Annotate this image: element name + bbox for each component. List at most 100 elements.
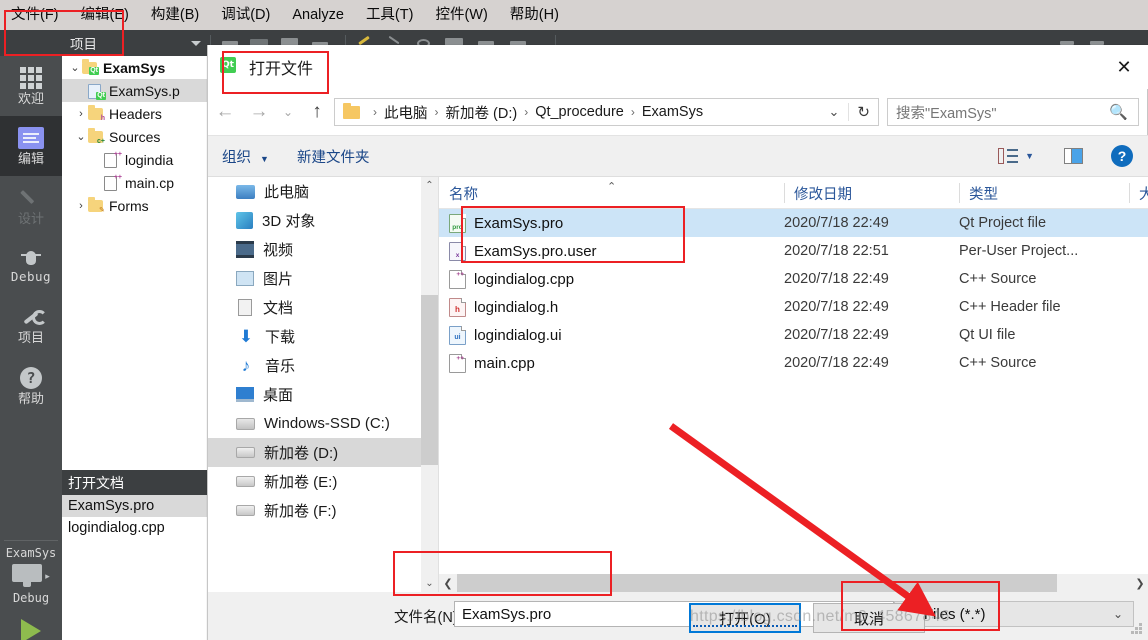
user-file-icon: x: [449, 241, 466, 261]
place-item-3d-objects[interactable]: 3D 对象: [208, 206, 438, 235]
mode-debug-label: Debug: [10, 269, 52, 285]
list-item[interactable]: ExamSys.pro: [62, 495, 207, 517]
mode-help[interactable]: ? 帮助: [0, 356, 62, 416]
run-button[interactable]: [21, 619, 41, 640]
table-row[interactable]: pro ExamSys.pro 2020/7/18 22:49 Qt Proje…: [439, 209, 1148, 237]
place-item-pictures[interactable]: 图片: [208, 264, 438, 293]
places-scrollbar[interactable]: ⌃ ⌄: [421, 177, 438, 592]
pencil-icon: [20, 187, 42, 209]
refresh-icon[interactable]: ↻: [848, 103, 878, 121]
open-file-dialog: Qt 打开文件 ✕ ← → ⌄ ↑ › 此电脑 › 新加卷 (D:) › Qt_…: [207, 45, 1148, 640]
scrollbar-thumb[interactable]: [457, 574, 1057, 592]
file-list-header: 名称 ⌃ 修改日期 类型 大: [439, 177, 1148, 209]
place-item-volume-d[interactable]: 新加卷 (D:): [208, 438, 438, 467]
tree-item-label: main.cp: [125, 174, 175, 191]
tree-item-label: ExamSys: [103, 59, 166, 76]
new-folder-button[interactable]: 新建文件夹: [283, 146, 384, 167]
tree-item-label: Headers: [109, 105, 162, 122]
tree-row[interactable]: Qt ExamSys.p: [62, 79, 207, 102]
breadcrumb-dropdown-icon[interactable]: ⌄: [820, 104, 849, 120]
table-row[interactable]: ++ logindialog.cpp 2020/7/18 22:49 C++ S…: [439, 265, 1148, 293]
breadcrumb-item-2[interactable]: Qt_procedure: [535, 104, 624, 120]
chevron-down-icon[interactable]: ⌄: [1113, 607, 1133, 621]
tree-row[interactable]: › ✎ Forms: [62, 194, 207, 217]
mode-debug[interactable]: Debug: [0, 236, 62, 296]
place-item-windows-ssd[interactable]: Windows-SSD (C:): [208, 409, 438, 438]
place-item-music[interactable]: ♪ 音乐: [208, 351, 438, 380]
scrollbar-track[interactable]: [457, 574, 1131, 592]
mode-edit[interactable]: 编辑: [0, 116, 62, 176]
place-item-volume-f[interactable]: 新加卷 (F:): [208, 496, 438, 525]
line-toolbar-icon[interactable]: [388, 35, 400, 45]
tree-row[interactable]: ⌄ Qt ExamSys: [62, 56, 207, 79]
menu-item-file[interactable]: 文件(F): [0, 0, 70, 30]
pencil-toolbar-icon[interactable]: [358, 35, 370, 46]
search-input[interactable]: 搜索"ExamSys" 🔍: [887, 98, 1139, 126]
breadcrumb-item-1[interactable]: 新加卷 (D:): [446, 102, 518, 123]
chevron-right-icon[interactable]: ›: [74, 108, 88, 120]
tree-row[interactable]: ++ main.cp: [62, 171, 207, 194]
menu-item-edit[interactable]: 编辑(E): [70, 0, 140, 30]
place-label: 视频: [263, 242, 294, 259]
place-label: 图片: [263, 271, 294, 288]
preview-pane-button[interactable]: [1042, 148, 1091, 164]
resize-grip[interactable]: [1131, 623, 1143, 635]
table-row[interactable]: x ExamSys.pro.user 2020/7/18 22:51 Per-U…: [439, 237, 1148, 265]
place-label: 新加卷 (E:): [264, 474, 338, 491]
mode-welcome[interactable]: 欢迎: [0, 56, 62, 116]
close-icon[interactable]: ✕: [1101, 45, 1147, 89]
tree-row[interactable]: ⌄ c+ Sources: [62, 125, 207, 148]
monitor-icon[interactable]: [12, 564, 43, 588]
menu-item-tools[interactable]: 工具(T): [355, 0, 425, 30]
file-name-label: main.cpp: [474, 354, 535, 372]
chevron-down-icon[interactable]: ⌄: [74, 130, 88, 143]
table-row[interactable]: ui logindialog.ui 2020/7/18 22:49 Qt UI …: [439, 321, 1148, 349]
column-header-type[interactable]: 类型: [959, 177, 1129, 209]
scroll-up-icon[interactable]: ⌃: [421, 177, 438, 194]
breadcrumb-item-3[interactable]: ExamSys: [642, 104, 703, 120]
table-row[interactable]: h logindialog.h 2020/7/18 22:49 C++ Head…: [439, 293, 1148, 321]
mode-projects[interactable]: 项目: [0, 296, 62, 356]
chevron-down-icon[interactable]: ⌄: [68, 61, 82, 74]
mode-help-label: 帮助: [17, 391, 44, 406]
back-button[interactable]: ←: [208, 95, 242, 129]
place-item-this-pc[interactable]: 此电脑: [208, 177, 438, 206]
tree-item-label: logindia: [125, 151, 174, 168]
scroll-left-icon[interactable]: ❮: [439, 577, 457, 590]
recent-locations-button[interactable]: ⌄: [276, 95, 300, 129]
table-row[interactable]: ++ main.cpp 2020/7/18 22:49 C++ Source: [439, 349, 1148, 377]
chevron-right-icon[interactable]: ›: [74, 200, 88, 212]
mode-design[interactable]: 设计: [0, 176, 62, 236]
scrollbar-thumb[interactable]: [421, 295, 438, 465]
tree-row[interactable]: ++ logindia: [62, 148, 207, 171]
file-list-horizontal-scrollbar[interactable]: ❮ ❯: [439, 574, 1148, 592]
up-button[interactable]: ↑: [300, 95, 334, 129]
column-header-modified[interactable]: 修改日期: [784, 177, 959, 209]
menu-item-help[interactable]: 帮助(H): [499, 0, 570, 30]
breadcrumb[interactable]: › 此电脑 › 新加卷 (D:) › Qt_procedure › ExamSy…: [334, 98, 879, 126]
breadcrumb-item-0[interactable]: 此电脑: [384, 102, 428, 123]
qt-pro-file-icon: Qt: [88, 83, 106, 100]
view-list-button[interactable]: ▼: [990, 148, 1042, 164]
forward-button[interactable]: →: [242, 95, 276, 129]
project-pane-dropdown[interactable]: [186, 30, 207, 56]
place-item-volume-e[interactable]: 新加卷 (E:): [208, 467, 438, 496]
scroll-down-icon[interactable]: ⌄: [421, 575, 438, 592]
wrench-icon: [20, 308, 47, 328]
menu-item-analyze[interactable]: Analyze: [281, 0, 355, 30]
place-item-documents[interactable]: 文档: [208, 293, 438, 322]
place-item-desktop[interactable]: 桌面: [208, 380, 438, 409]
organize-button[interactable]: 组织 ▼: [208, 146, 283, 167]
tree-row[interactable]: › h Headers: [62, 102, 207, 125]
help-button[interactable]: ?: [1091, 145, 1148, 167]
menu-item-build[interactable]: 构建(B): [140, 0, 210, 30]
kit-expand-caret-icon[interactable]: ▸: [45, 571, 50, 582]
scroll-right-icon[interactable]: ❯: [1131, 577, 1148, 590]
place-item-downloads[interactable]: ⬇ 下载: [208, 322, 438, 351]
list-item[interactable]: logindialog.cpp: [62, 517, 207, 539]
project-tree: ⌄ Qt ExamSys Qt ExamSys.p › h Headers ⌄: [62, 56, 207, 470]
place-item-videos[interactable]: 视频: [208, 235, 438, 264]
menu-item-widgets[interactable]: 控件(W): [424, 0, 498, 30]
menu-item-debug[interactable]: 调试(D): [210, 0, 281, 30]
column-header-size[interactable]: 大: [1129, 177, 1148, 209]
